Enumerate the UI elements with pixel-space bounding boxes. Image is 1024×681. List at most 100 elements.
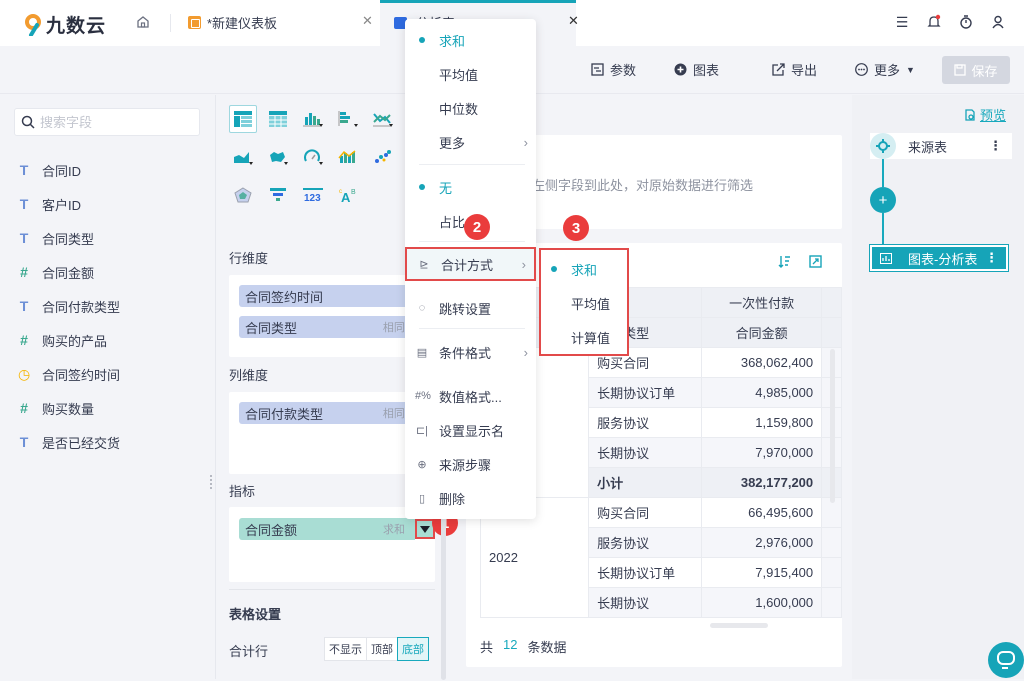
field-item[interactable]: # 合同金额 <box>18 255 120 289</box>
preview-icon <box>965 108 975 121</box>
chart-type-area[interactable] <box>229 143 257 171</box>
table-horizontal-scrollbar[interactable] <box>710 623 768 628</box>
caret-down-icon: ▼ <box>906 64 915 75</box>
field-search[interactable] <box>14 108 200 136</box>
add-chart-button[interactable]: 图表 <box>674 60 719 79</box>
flow-connector <box>882 159 884 187</box>
menu-divider <box>419 241 525 242</box>
chart-type-scatter[interactable] <box>369 143 397 171</box>
chart-type-wordcloud[interactable]: ABc <box>334 181 362 209</box>
user-icon[interactable] <box>990 14 1006 30</box>
metric-context-menu: 求和 平均值 中位数 更多 › 无占比 ⊵ 合计方式 › ◌ 跳转设置 ▤ 条件格式 › #% 数值格式...… <box>405 19 536 519</box>
total-row-option-none[interactable]: 不显示 <box>324 637 367 661</box>
menu-item[interactable]: ◌ 跳转设置 <box>405 291 536 325</box>
contract-type-cell: 长期协议订单 <box>588 377 703 408</box>
chart-analysis-node[interactable]: 图表-分析表 ⋮ <box>869 244 1009 272</box>
chart-type-map[interactable] <box>264 143 292 171</box>
field-item[interactable]: T 合同付款类型 <box>18 289 120 323</box>
field-label: 合同ID <box>42 163 82 179</box>
field-label: 合同类型 <box>42 231 95 247</box>
field-list: T 合同ID T 客户ID T 合同类型 # 合同金额 T 合同付款类型 # 购买的产品 ◷ 合同签约时间… <box>18 153 120 459</box>
home-icon[interactable] <box>135 14 151 30</box>
chart-type-gauge[interactable] <box>299 143 327 171</box>
row-dimension-label: 行维度 <box>229 251 269 266</box>
sort-icon[interactable] <box>778 255 791 271</box>
app-logo[interactable]: 九数云 <box>24 11 106 38</box>
logo-text: 九数云 <box>46 16 107 37</box>
customer-service-button[interactable] <box>988 642 1024 678</box>
text-type-icon: T <box>19 298 29 314</box>
add-step-button[interactable]: + <box>870 187 896 213</box>
menu-item[interactable]: 更多 › <box>405 125 536 159</box>
metric-pill[interactable]: 合同金额 求和 <box>239 518 415 540</box>
svg-text:123: 123 <box>304 193 321 203</box>
table-settings-label: 表格设置 <box>229 607 282 622</box>
chart-type-funnel[interactable] <box>264 181 292 209</box>
close-icon[interactable]: ✕ <box>568 13 579 29</box>
params-button[interactable]: 参数 <box>591 60 636 79</box>
jump-settings-icon: ◌ <box>418 302 426 314</box>
chart-type-pivot-table[interactable] <box>229 105 257 133</box>
menu-item[interactable]: 中位数 <box>405 91 536 125</box>
field-item[interactable]: ◷ 合同签约时间 <box>18 357 120 391</box>
metric-header: 合同金额 <box>701 317 823 348</box>
chart-type-bar[interactable] <box>299 105 327 133</box>
total-row-option-bottom[interactable]: 底部 <box>397 637 429 661</box>
svg-text:A: A <box>341 190 351 203</box>
flow-panel: 预览 来源表 ⋮ + 图表-分析表 ⋮ <box>852 95 1024 679</box>
field-item[interactable]: T 客户ID <box>18 187 120 221</box>
params-icon <box>591 63 604 76</box>
total-row-label: 合计行 <box>229 644 269 659</box>
chart-type-combo[interactable] <box>334 143 362 171</box>
column-dimension-label: 列维度 <box>229 368 269 383</box>
menu-item[interactable]: ⊕ 来源步骤 <box>405 447 536 481</box>
menu-item[interactable]: ⊵ 合计方式 › <box>405 247 536 281</box>
number-type-icon: # <box>20 332 28 348</box>
field-item[interactable]: T 合同ID <box>18 153 120 187</box>
export-icon <box>772 63 785 76</box>
close-icon[interactable]: ✕ <box>362 13 373 29</box>
flow-connector <box>882 213 884 245</box>
submenu-item[interactable]: 平均值 <box>541 286 627 320</box>
submenu-item[interactable]: 求和 <box>541 252 627 286</box>
tab-dashboard[interactable]: *新建仪表板 <box>188 13 277 32</box>
menu-item[interactable]: 无 <box>405 170 536 204</box>
table-vertical-scrollbar[interactable] <box>830 349 835 503</box>
notification-bell-icon[interactable] <box>926 14 942 30</box>
node-menu-icon[interactable]: ⋮ <box>989 138 1002 154</box>
field-item[interactable]: T 是否已经交货 <box>18 425 120 459</box>
timer-icon[interactable] <box>958 14 974 30</box>
export-button[interactable]: 导出 <box>772 60 817 79</box>
menu-item[interactable]: ▯ 删除 <box>405 481 536 515</box>
field-item[interactable]: # 购买的产品 <box>18 323 120 357</box>
search-input[interactable] <box>40 114 190 130</box>
expand-icon[interactable] <box>809 255 822 271</box>
field-item[interactable]: # 购买数量 <box>18 391 120 425</box>
metric-dropzone[interactable]: 合同金额 求和 <box>229 507 435 582</box>
menu-item[interactable]: 求和 <box>405 23 536 57</box>
menu-item[interactable]: #% 数值格式... <box>405 379 536 413</box>
total-row-toggle: 不显示 顶部 底部 <box>324 637 429 661</box>
save-button[interactable]: 保存 <box>942 56 1010 84</box>
chart-type-grid: 123 ABc <box>229 105 404 209</box>
task-list-icon[interactable]: ☰ <box>894 14 910 30</box>
field-item[interactable]: T 合同类型 <box>18 221 120 255</box>
more-button[interactable]: 更多 ▼ <box>855 60 915 79</box>
chart-type-line[interactable] <box>369 105 397 133</box>
chart-type-detail-table[interactable] <box>264 105 292 133</box>
divider <box>170 14 171 32</box>
contract-type-cell: 服务协议 <box>588 527 703 558</box>
more-icon <box>855 63 868 76</box>
chart-type-kpi[interactable]: 123 <box>299 181 327 209</box>
chart-type-horizontal-bar[interactable] <box>334 105 362 133</box>
menu-item[interactable]: ⊏| 设置显示名 <box>405 413 536 447</box>
menu-item[interactable]: 平均值 <box>405 57 536 91</box>
resize-handle[interactable] <box>210 475 213 489</box>
node-menu-icon[interactable]: ⋮ <box>985 250 998 266</box>
submenu-item[interactable]: 计算值 <box>541 320 627 354</box>
preview-link[interactable]: 预览 <box>964 105 1006 124</box>
row-count: 共 12 条数据 <box>480 637 567 655</box>
total-row-option-top[interactable]: 顶部 <box>366 637 398 661</box>
chart-type-radar[interactable] <box>229 181 257 209</box>
menu-item[interactable]: ▤ 条件格式 › <box>405 335 536 369</box>
